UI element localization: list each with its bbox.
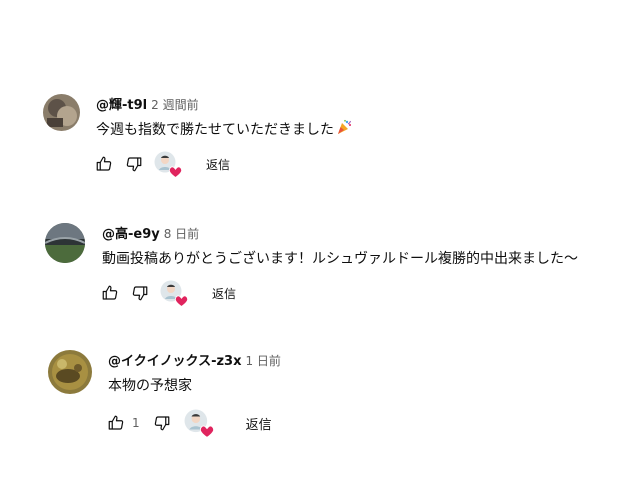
comment-header: @高-e9y 8 日前: [102, 223, 578, 242]
author-name[interactable]: @イクイノックス-z3x: [108, 350, 241, 369]
comment-text: 今週も指数で勝たせていただきました: [96, 119, 352, 139]
comment-time[interactable]: 1 日前: [245, 352, 280, 369]
comment-thread: @高-e9y 8 日前 動画投稿ありがとうございます！ルシュヴァルドール複勝的中…: [45, 223, 578, 307]
author-name[interactable]: @高-e9y: [102, 223, 160, 242]
comment-text: 本物の予想家: [108, 375, 281, 395]
like-button[interactable]: [92, 152, 116, 176]
comment-thread: @輝-t9l 2 週間前 今週も指数で勝たせていただきました 返信: [43, 94, 352, 178]
heart-icon: [199, 425, 214, 438]
action-toolbar: 返信: [92, 151, 352, 178]
avatar[interactable]: [43, 94, 80, 131]
dislike-button[interactable]: [122, 152, 146, 176]
comment-header: @輝-t9l 2 週間前: [96, 94, 352, 113]
comment-text-content: 本物の予想家: [108, 378, 192, 394]
thumbs-down-icon: [132, 286, 148, 301]
comment-text-content: 動画投稿ありがとうございます！ルシュヴァルドール複勝的中出来ました〜: [102, 251, 578, 267]
avatar[interactable]: [45, 223, 85, 263]
thumbs-up-icon: [96, 156, 112, 171]
comment-body: @輝-t9l 2 週間前 今週も指数で勝たせていただきました 返信: [96, 94, 352, 178]
comment-text-content: 今週も指数で勝たせていただきました: [96, 122, 334, 138]
comment-body: @イクイノックス-z3x 1 日前 本物の予想家 1 返信: [108, 350, 281, 438]
action-toolbar: 返信: [98, 280, 578, 307]
heart-icon: [169, 166, 182, 178]
thumbs-up-icon: [102, 285, 118, 300]
like-count: 1: [132, 416, 140, 430]
party-popper-icon: [336, 119, 352, 139]
comment-thread: @イクイノックス-z3x 1 日前 本物の予想家 1 返信: [48, 350, 281, 438]
avatar[interactable]: [48, 350, 92, 394]
comment-header: @イクイノックス-z3x 1 日前: [108, 350, 281, 369]
comment-body: @高-e9y 8 日前 動画投稿ありがとうございます！ルシュヴァルドール複勝的中…: [102, 223, 578, 307]
comment-text: 動画投稿ありがとうございます！ルシュヴァルドール複勝的中出来ました〜: [102, 248, 578, 268]
reply-button[interactable]: 返信: [202, 154, 234, 175]
thumbs-up-icon: [108, 415, 124, 430]
like-button[interactable]: [98, 281, 122, 305]
thumbs-down-icon: [154, 416, 169, 431]
creator-heart-badge[interactable]: [154, 151, 182, 178]
action-toolbar: 1 返信: [104, 409, 281, 438]
author-name[interactable]: @輝-t9l: [96, 94, 147, 113]
like-button[interactable]: [104, 411, 128, 435]
reply-button[interactable]: 返信: [208, 283, 240, 304]
creator-heart-badge[interactable]: [160, 280, 188, 307]
reply-button[interactable]: 返信: [242, 412, 276, 435]
comment-time[interactable]: 8 日前: [164, 225, 199, 242]
comment-time[interactable]: 2 週間前: [151, 96, 198, 113]
heart-icon: [175, 295, 188, 307]
dislike-button[interactable]: [128, 281, 152, 305]
thumbs-down-icon: [126, 157, 142, 172]
creator-heart-badge[interactable]: [184, 409, 214, 438]
dislike-button[interactable]: [150, 411, 174, 435]
